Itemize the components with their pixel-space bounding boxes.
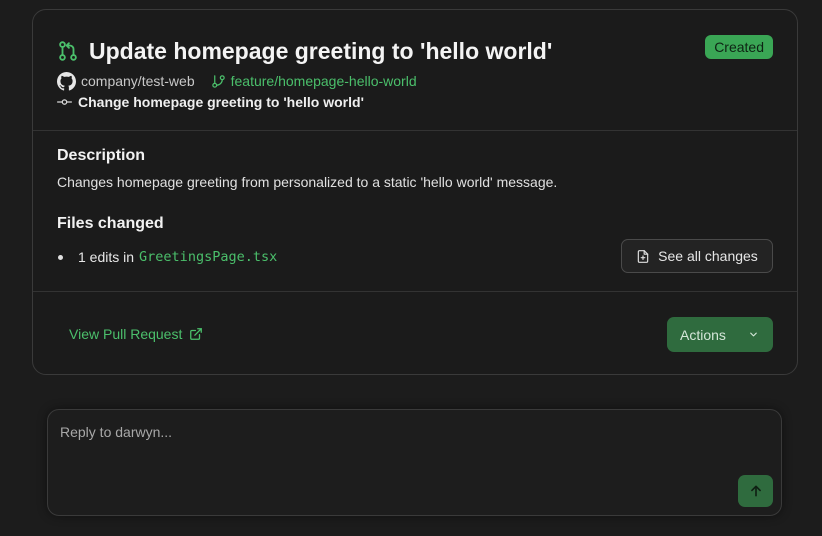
bullet <box>58 254 63 260</box>
git-commit-icon <box>57 97 72 107</box>
description-section: Description Changes homepage greeting fr… <box>57 147 773 190</box>
files-heading: Files changed <box>57 215 164 232</box>
title-row: Update homepage greeting to 'hello world… <box>57 36 773 66</box>
commit-message: Change homepage greeting to 'hello world… <box>78 94 364 110</box>
pull-request-card: Update homepage greeting to 'hello world… <box>32 9 798 375</box>
pr-header: Update homepage greeting to 'hello world… <box>57 35 773 111</box>
page-title: Update homepage greeting to 'hello world… <box>89 37 553 64</box>
branch-link[interactable]: feature/homepage-hello-world <box>211 73 417 89</box>
description-text: Changes homepage greeting from personali… <box>57 174 558 190</box>
reply-input[interactable] <box>60 424 720 484</box>
file-name[interactable]: GreetingsPage.tsx <box>139 249 277 265</box>
view-pull-request-link[interactable]: View Pull Request <box>69 326 203 342</box>
status-badge: Created <box>705 35 773 59</box>
github-icon <box>57 71 76 91</box>
footer-divider <box>33 291 797 292</box>
actions-label: Actions <box>680 326 726 343</box>
git-pull-request-icon <box>57 40 79 62</box>
external-link-icon <box>189 327 203 341</box>
see-all-changes-label: See all changes <box>658 248 758 264</box>
git-branch-icon <box>211 74 226 89</box>
view-pull-request-label: View Pull Request <box>69 326 183 342</box>
reply-box <box>47 409 782 516</box>
branch-name: feature/homepage-hello-world <box>230 73 417 89</box>
pr-meta: company/test-web feature/homepage-hello-… <box>57 71 773 91</box>
arrow-up-icon <box>749 484 763 498</box>
description-heading: Description <box>57 147 146 164</box>
see-all-changes-button[interactable]: See all changes <box>621 239 773 273</box>
repo-name: company/test-web <box>81 73 195 89</box>
chevron-down-icon <box>748 329 759 340</box>
actions-dropdown-button[interactable]: Actions <box>667 317 773 352</box>
file-edit-count: 1 edits in <box>78 249 135 265</box>
commit-row: Change homepage greeting to 'hello world… <box>57 93 773 111</box>
send-button[interactable] <box>738 475 773 507</box>
files-section: Files changed <box>57 215 773 233</box>
repo-link[interactable]: company/test-web <box>57 71 195 91</box>
file-diff-icon <box>636 249 650 264</box>
header-divider <box>33 130 797 131</box>
